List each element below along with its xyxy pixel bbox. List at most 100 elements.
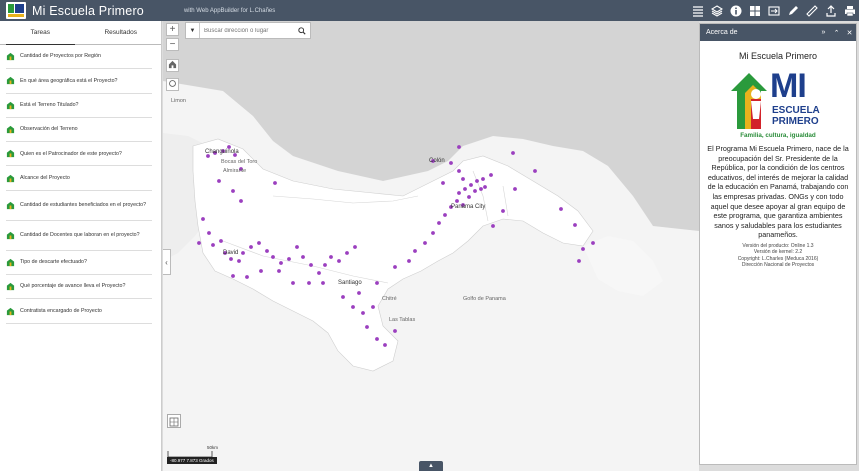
layers-icon[interactable] [707, 0, 726, 21]
info-icon[interactable] [726, 0, 745, 21]
project-point[interactable] [581, 247, 585, 251]
project-point[interactable] [279, 261, 283, 265]
project-point[interactable] [489, 173, 493, 177]
project-point[interactable] [271, 255, 275, 259]
tab-tareas[interactable]: Tareas [0, 21, 81, 45]
project-point[interactable] [329, 255, 333, 259]
overview-map-button[interactable] [167, 414, 181, 428]
measure-icon[interactable] [802, 0, 821, 21]
project-point[interactable] [407, 259, 411, 263]
project-point[interactable] [291, 281, 295, 285]
locate-button[interactable] [166, 78, 179, 91]
basemap-icon[interactable] [745, 0, 764, 21]
project-point[interactable] [357, 291, 361, 295]
task-item[interactable]: Contratista encargado de Proyecto [6, 299, 152, 324]
project-point[interactable] [307, 281, 311, 285]
home-button[interactable] [166, 59, 179, 72]
project-point[interactable] [511, 151, 515, 155]
project-point[interactable] [217, 179, 221, 183]
project-point[interactable] [461, 177, 465, 181]
task-item[interactable]: Cantidad de Docentes que laboran en el p… [6, 221, 152, 251]
project-point[interactable] [341, 295, 345, 299]
project-point[interactable] [317, 271, 321, 275]
project-point[interactable] [491, 224, 495, 228]
project-point[interactable] [449, 161, 453, 165]
project-point[interactable] [441, 181, 445, 185]
project-point[interactable] [353, 245, 357, 249]
project-point[interactable] [361, 311, 365, 315]
task-item[interactable]: Quien es el Patrocinador de este proyect… [6, 142, 152, 167]
project-point[interactable] [431, 231, 435, 235]
maximize-panel-icon[interactable]: ⌃ [830, 29, 843, 37]
project-point[interactable] [309, 263, 313, 267]
project-point[interactable] [371, 305, 375, 309]
project-point[interactable] [481, 177, 485, 181]
project-point[interactable] [259, 269, 263, 273]
task-item[interactable]: Observación del Terreno [6, 118, 152, 143]
project-point[interactable] [469, 183, 473, 187]
map-view[interactable]: + − ▼ Limon Changuinola Bocas del Toro Almi… [163, 21, 699, 471]
project-point[interactable] [249, 245, 253, 249]
project-point[interactable] [323, 263, 327, 267]
draw-icon[interactable] [783, 0, 802, 21]
project-point[interactable] [287, 257, 291, 261]
project-point[interactable] [413, 249, 417, 253]
project-point[interactable] [501, 209, 505, 213]
task-item[interactable]: Qué porcentaje de avance lleva el Proyec… [6, 275, 152, 300]
zoom-in-button[interactable]: + [166, 23, 179, 36]
share-icon[interactable] [821, 0, 840, 21]
project-point[interactable] [393, 329, 397, 333]
project-point[interactable] [231, 189, 235, 193]
project-point[interactable] [239, 199, 243, 203]
project-point[interactable] [577, 259, 581, 263]
search-button[interactable] [296, 23, 308, 38]
project-point[interactable] [559, 207, 563, 211]
project-point[interactable] [393, 265, 397, 269]
project-point[interactable] [301, 255, 305, 259]
project-point[interactable] [241, 251, 245, 255]
project-point[interactable] [475, 179, 479, 183]
project-point[interactable] [483, 185, 487, 189]
project-point[interactable] [573, 223, 577, 227]
project-point[interactable] [457, 169, 461, 173]
project-point[interactable] [457, 191, 461, 195]
search-input[interactable] [204, 27, 296, 34]
project-point[interactable] [351, 305, 355, 309]
project-point[interactable] [423, 241, 427, 245]
project-point[interactable] [231, 274, 235, 278]
project-point[interactable] [375, 281, 379, 285]
project-point[interactable] [237, 259, 241, 263]
project-point[interactable] [277, 269, 281, 273]
project-point[interactable] [533, 169, 537, 173]
project-point[interactable] [219, 239, 223, 243]
task-item[interactable]: Tipo de descarte efectuado? [6, 251, 152, 276]
project-point[interactable] [207, 231, 211, 235]
task-item[interactable]: En qué área geográfica está el Proyecto? [6, 69, 152, 94]
print-icon[interactable] [840, 0, 859, 21]
project-point[interactable] [437, 221, 441, 225]
project-point[interactable] [211, 243, 215, 247]
project-point[interactable] [257, 241, 261, 245]
project-point[interactable] [463, 187, 467, 191]
project-point[interactable] [443, 213, 447, 217]
project-point[interactable] [229, 257, 233, 261]
project-point[interactable] [591, 241, 595, 245]
task-item[interactable]: Está el Terreno Titulado? [6, 94, 152, 118]
search-source-dropdown[interactable]: ▼ [186, 23, 200, 38]
collapse-panel-icon[interactable]: » [817, 29, 830, 37]
project-point[interactable] [295, 245, 299, 249]
project-point[interactable] [479, 187, 483, 191]
project-point[interactable] [337, 259, 341, 263]
project-point[interactable] [457, 145, 461, 149]
bottom-panel-toggle[interactable]: ▲ [419, 461, 443, 471]
project-point[interactable] [201, 217, 205, 221]
project-point[interactable] [365, 325, 369, 329]
task-item[interactable]: Cantidad de Proyectos por Región [6, 45, 152, 70]
project-point[interactable] [455, 199, 459, 203]
project-point[interactable] [245, 275, 249, 279]
project-point[interactable] [273, 181, 277, 185]
tab-resultados[interactable]: Resultados [81, 21, 162, 44]
project-point[interactable] [375, 337, 379, 341]
task-item[interactable]: Alcance del Proyecto [6, 166, 152, 191]
project-point[interactable] [513, 187, 517, 191]
